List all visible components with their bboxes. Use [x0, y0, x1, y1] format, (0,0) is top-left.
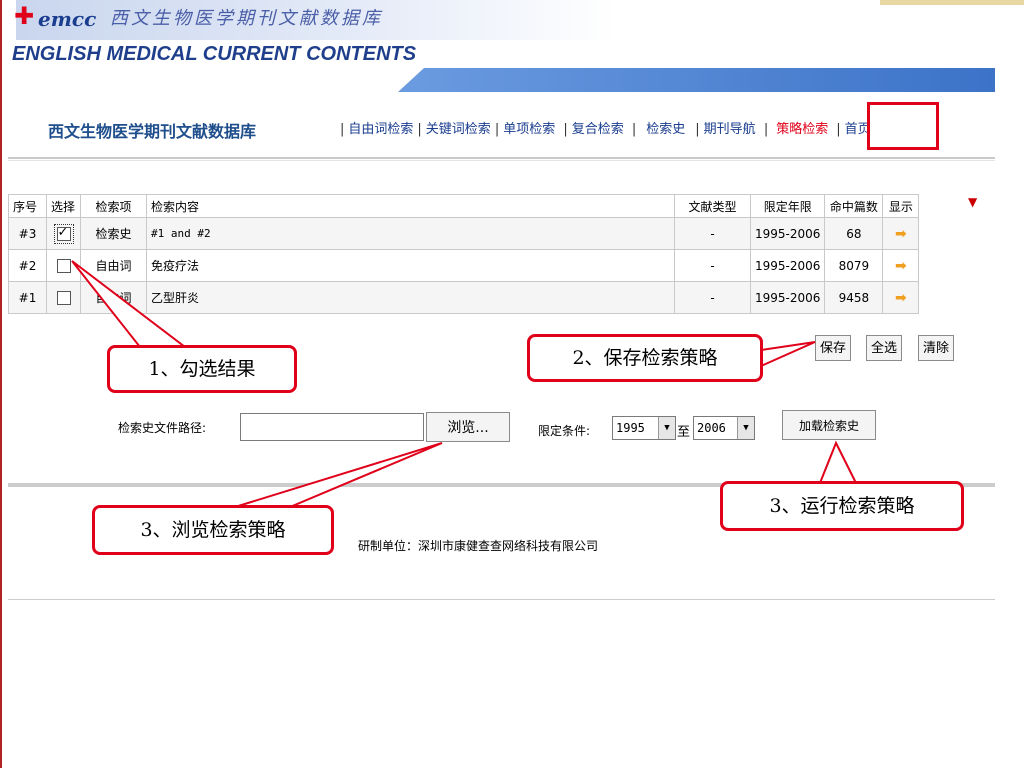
- row-doc-type: -: [674, 217, 751, 250]
- divider: [8, 157, 995, 159]
- row-show-cell: ➡: [882, 281, 920, 314]
- nav-single-search[interactable]: 单项检索: [499, 122, 559, 137]
- row-checkbox[interactable]: [56, 258, 71, 273]
- year-to-select[interactable]: 2006 ▼: [693, 416, 755, 440]
- top-right-accent: [880, 0, 1024, 5]
- table-row: #3 检索史 #1 and #2 - 1995-2006 68 ➡: [8, 217, 920, 250]
- callout3b-pointer: [234, 442, 443, 508]
- row-checkbox[interactable]: [53, 223, 74, 244]
- row-id: #2: [8, 249, 47, 282]
- row-years: 1995-2006: [749, 281, 826, 314]
- row-content: 乙型肝炎: [146, 281, 675, 314]
- row-hits: 9458: [824, 281, 884, 314]
- divider: [8, 160, 995, 161]
- save-button[interactable]: 保存: [815, 335, 852, 361]
- table-row: #1 自由词 乙型肝炎 - 1995-2006 9458 ➡: [8, 281, 920, 314]
- col-header-doc-type: 文献类型: [674, 194, 751, 218]
- red-cross-icon: ✚: [14, 2, 35, 30]
- row-field: 检索史: [80, 217, 147, 250]
- load-history-button[interactable]: 加载检索史: [782, 410, 876, 440]
- nav-journal-navigation[interactable]: 期刊导航: [700, 122, 760, 137]
- year-from-value: 1995: [616, 421, 645, 435]
- row-checkbox-cell: [46, 217, 81, 250]
- row-content: 免疫疗法: [146, 249, 675, 282]
- callout2-pointer: [760, 341, 816, 368]
- callout3a-pointer: [818, 440, 858, 484]
- triangle-down-icon[interactable]: ▼: [968, 195, 977, 209]
- limit-condition-label: 限定条件:: [538, 424, 591, 438]
- table-row: #2 自由词 免疫疗法 - 1995-2006 8079 ➡: [8, 249, 920, 282]
- select-all-button[interactable]: 全选: [866, 335, 903, 361]
- col-header-hits: 命中篇数: [824, 194, 884, 218]
- callout-save-strategy: 2、保存检索策略: [527, 334, 763, 382]
- site-title: 西文生物医学期刊文献数据库: [48, 122, 257, 141]
- col-header-years: 限定年限: [749, 194, 826, 218]
- row-hits: 68: [824, 217, 884, 250]
- row-years: 1995-2006: [749, 217, 826, 250]
- row-id: #3: [8, 217, 47, 250]
- row-content: #1 and #2: [146, 217, 675, 250]
- nav-search-history[interactable]: 检索史: [636, 122, 695, 137]
- row-checkbox-cell: [46, 249, 81, 282]
- callout-run-strategy: 3、运行检索策略: [720, 481, 964, 531]
- dropdown-arrow-icon[interactable]: ▼: [737, 417, 754, 439]
- callout-check-results: 1、勾选结果: [107, 345, 297, 393]
- col-header-show: 显示: [882, 194, 920, 218]
- header-blue-bar: [398, 68, 995, 92]
- footer-developer-text: 研制单位：深圳市康健查查网络科技有限公司: [358, 539, 599, 553]
- row-field: 自由词: [80, 281, 147, 314]
- logo-emcc: emcc: [38, 7, 97, 31]
- row-checkbox-cell: [46, 281, 81, 314]
- logo-chinese-title: 西文生物医学期刊文献数据库: [110, 8, 383, 29]
- row-doc-type: -: [674, 249, 751, 282]
- col-header-id: 序号: [8, 194, 47, 218]
- arrow-right-icon[interactable]: ➡: [895, 290, 907, 306]
- row-hits: 8079: [824, 249, 884, 282]
- col-header-field: 检索项: [80, 194, 147, 218]
- arrow-right-icon[interactable]: ➡: [895, 226, 907, 242]
- arrow-right-icon[interactable]: ➡: [895, 258, 907, 274]
- search-history-table: 序号 选择 检索项 检索内容 文献类型 限定年限 命中篇数 显示 #3 检索史 …: [8, 194, 920, 314]
- to-label: 至: [677, 425, 691, 440]
- nav-free-word-search[interactable]: 自由词检索: [344, 122, 417, 137]
- dropdown-arrow-icon[interactable]: ▼: [658, 417, 675, 439]
- callout-browse-strategy: 3、浏览检索策略: [92, 505, 334, 555]
- top-navigation: | 自由词检索 | 关键词检索 | 单项检索 | 复合检索 | 检索史 | 期刊导航 | 策略检索 |…: [340, 118, 875, 137]
- table-header-row: 序号 选择 检索项 检索内容 文献类型 限定年限 命中篇数 显示: [8, 194, 920, 218]
- col-header-content: 检索内容: [146, 194, 675, 218]
- nav-compound-search[interactable]: 复合检索: [568, 122, 628, 137]
- history-file-path-label: 检索史文件路径:: [118, 421, 207, 435]
- browse-button[interactable]: 浏览...: [426, 412, 510, 442]
- divider: [8, 599, 995, 600]
- nav-keyword-search[interactable]: 关键词检索: [422, 122, 495, 137]
- logo-english-title: ENGLISH MEDICAL CURRENT CONTENTS: [12, 43, 417, 65]
- row-id: #1: [8, 281, 47, 314]
- year-to-value: 2006: [697, 421, 726, 435]
- row-checkbox[interactable]: [56, 290, 71, 305]
- year-from-select[interactable]: 1995 ▼: [612, 416, 676, 440]
- col-header-select: 选择: [46, 194, 81, 218]
- row-doc-type: -: [674, 281, 751, 314]
- clear-button[interactable]: 清除: [918, 335, 955, 361]
- row-years: 1995-2006: [749, 249, 826, 282]
- nav-strategy-search[interactable]: 策略检索: [768, 122, 836, 137]
- nav-highlight-box: [867, 102, 939, 150]
- row-show-cell: ➡: [882, 217, 920, 250]
- row-field: 自由词: [80, 249, 147, 282]
- row-show-cell: ➡: [882, 249, 920, 282]
- left-border: [0, 0, 2, 768]
- history-file-path-input[interactable]: [240, 413, 424, 441]
